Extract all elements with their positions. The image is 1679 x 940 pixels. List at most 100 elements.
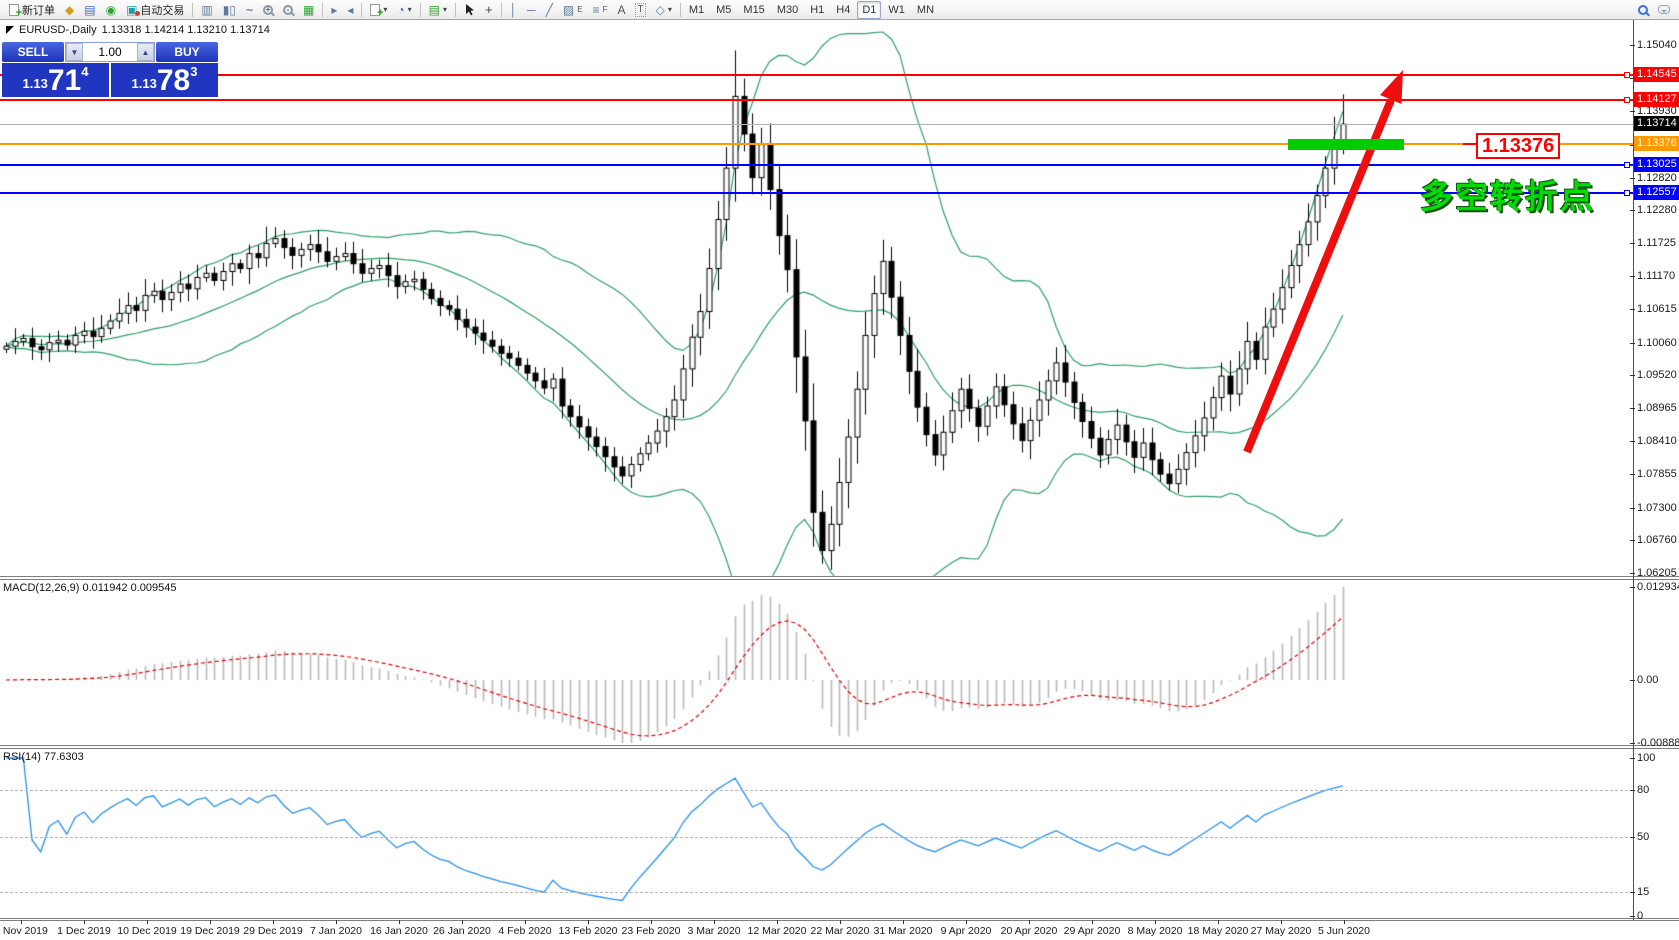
time-tick-mark (336, 920, 337, 924)
time-tick-mark (777, 920, 778, 924)
rsi-label: RSI(14) (3, 751, 41, 763)
price-chart-canvas[interactable] (0, 0, 1679, 940)
price-tick-label: 1.10060 (1637, 337, 1677, 349)
time-tick-label: 31 Mar 2020 (874, 925, 933, 937)
price-tick-mark (1630, 178, 1635, 179)
one-click-trading-panel: SELL ▼ 1.00 ▲ BUY 1.13 71 4 1.13 78 3 (2, 42, 218, 97)
time-tick-mark (210, 920, 211, 924)
trend-arrow[interactable] (1225, 52, 1405, 472)
price-tick-mark (1630, 508, 1635, 509)
price-tick-mark (1630, 210, 1635, 211)
volume-increase-button[interactable]: ▲ (137, 43, 154, 61)
rsi-tick-label: 80 (1637, 784, 1649, 796)
rsi-tick-mark (1630, 758, 1635, 759)
price-callout-box[interactable]: 1.13376 (1476, 133, 1560, 159)
price-tick-label: 1.08965 (1637, 402, 1677, 414)
time-tick-label: 22 Mar 2020 (811, 925, 870, 937)
time-tick-mark (1218, 920, 1219, 924)
sell-price-big: 71 (48, 68, 81, 94)
time-tick-mark (525, 920, 526, 924)
time-tick-label: 4 Feb 2020 (498, 925, 551, 937)
panel-separator[interactable] (0, 745, 1679, 746)
macd-main-value: 0.011942 (82, 582, 127, 594)
price-tick-label: 1.15040 (1637, 39, 1677, 51)
rsi-tick-mark (1630, 790, 1635, 791)
sell-price-prefix: 1.13 (23, 76, 48, 91)
price-level-label: 1.13376 (1634, 136, 1679, 151)
chart-title: EURUSD-,Daily 1.13318 1.14214 1.13210 1.… (6, 24, 270, 36)
time-tick-label: 20 Apr 2020 (1001, 925, 1058, 937)
time-tick-label: 1 Dec 2019 (57, 925, 111, 937)
volume-decrease-button[interactable]: ▼ (66, 43, 83, 61)
price-tick-label: 1.07855 (1637, 468, 1677, 480)
price-tick-mark (1630, 375, 1635, 376)
rsi-tick-label: 50 (1637, 831, 1649, 843)
sell-price-pipette: 4 (81, 64, 88, 79)
sell-price-panel[interactable]: 1.13 71 4 (2, 63, 109, 97)
buy-price-big: 78 (157, 68, 190, 94)
turning-point-annotation[interactable]: 多空转折点 (1420, 170, 1595, 218)
chart-active-marker-icon (6, 26, 14, 34)
macd-tick-label: -0.008884 (1637, 737, 1679, 749)
time-tick-label: 7 Jan 2020 (310, 925, 362, 937)
mt4-window: 新订单 ◆ ▤ ◉ ▣ 自动交易 ▥ ▮▯ ~ + - ▦ ▸ ◂ ▾ ◔▾ ▤… (0, 0, 1679, 940)
panel-separator[interactable] (0, 576, 1679, 577)
price-level-label: 1.14545 (1634, 67, 1679, 82)
time-tick-mark (273, 920, 274, 924)
time-tick-label: 29 Dec 2019 (243, 925, 303, 937)
price-tick-mark (1630, 243, 1635, 244)
time-tick-mark (1029, 920, 1030, 924)
macd-label-row: MACD(12,26,9) 0.011942 0.009545 (3, 582, 177, 594)
trend-arrow-head-icon (1380, 70, 1403, 104)
line-endpoint-marker[interactable] (1624, 72, 1630, 78)
line-endpoint-marker[interactable] (1624, 190, 1630, 196)
time-tick-mark (1344, 920, 1345, 924)
time-tick-label: 23 Feb 2020 (622, 925, 681, 937)
time-tick-mark (399, 920, 400, 924)
volume-stepper: ▼ 1.00 ▲ (65, 42, 155, 62)
line-endpoint-marker[interactable] (1624, 97, 1630, 103)
price-tick-mark (1630, 343, 1635, 344)
price-tick-label: 1.12820 (1637, 172, 1677, 184)
rsi-tick-mark (1630, 892, 1635, 893)
price-level-label: 1.13025 (1634, 157, 1679, 172)
time-tick-mark (588, 920, 589, 924)
time-tick-label: 13 Feb 2020 (559, 925, 618, 937)
time-tick-mark (651, 920, 652, 924)
support-zone-bar[interactable] (1288, 139, 1404, 150)
time-tick-label: 29 Apr 2020 (1064, 925, 1121, 937)
price-tick-mark (1630, 309, 1635, 310)
panel-separator (0, 748, 1679, 749)
time-tick-mark (462, 920, 463, 924)
time-tick-label: 19 Dec 2019 (180, 925, 240, 937)
price-tick-label: 1.06760 (1637, 534, 1677, 546)
time-tick-mark (21, 920, 22, 924)
sell-button[interactable]: SELL (2, 42, 64, 62)
time-tick-mark (840, 920, 841, 924)
buy-price-pipette: 3 (190, 64, 197, 79)
price-tick-label: 1.11725 (1637, 237, 1676, 249)
time-tick-mark (84, 920, 85, 924)
time-tick-mark (1155, 920, 1156, 924)
line-endpoint-marker[interactable] (1624, 162, 1630, 168)
volume-value[interactable]: 1.00 (83, 43, 137, 61)
panel-separator (0, 918, 1679, 919)
price-tick-mark (1630, 573, 1635, 574)
price-tick-label: 1.11170 (1637, 270, 1675, 282)
rsi-level-line (0, 837, 1633, 838)
rsi-value: 77.6303 (44, 751, 84, 763)
time-tick-label: 3 Mar 2020 (687, 925, 740, 937)
buy-button[interactable]: BUY (156, 42, 218, 62)
price-level-label: 1.14127 (1634, 92, 1679, 107)
price-tick-mark (1630, 441, 1635, 442)
price-tick-label: 1.12280 (1637, 204, 1677, 216)
callout-connector (1463, 143, 1476, 145)
time-tick-label: 9 Apr 2020 (941, 925, 992, 937)
macd-tick-mark (1630, 680, 1635, 681)
time-tick-label: 26 Jan 2020 (433, 925, 491, 937)
buy-price-panel[interactable]: 1.13 78 3 (111, 63, 218, 97)
rsi-tick-label: 0 (1637, 910, 1643, 922)
price-tick-mark (1630, 540, 1635, 541)
price-tick-label: 1.08410 (1637, 435, 1677, 447)
macd-tick-mark (1630, 743, 1635, 744)
